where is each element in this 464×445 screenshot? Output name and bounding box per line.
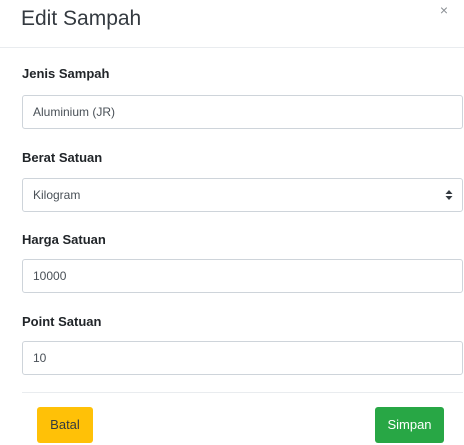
harga-satuan-value: 10000 [33, 269, 67, 283]
edit-sampah-modal: Edit Sampah × Jenis Sampah Aluminium (JR… [0, 0, 464, 445]
berat-satuan-select[interactable]: Kilogram [22, 178, 463, 212]
point-satuan-input[interactable]: 10 [22, 341, 463, 375]
modal-header: Edit Sampah × [0, 0, 464, 48]
footer-divider [22, 392, 463, 393]
cancel-button[interactable]: Batal [37, 407, 93, 443]
point-satuan-value: 10 [33, 351, 47, 365]
modal-title: Edit Sampah [21, 7, 142, 30]
berat-satuan-value: Kilogram [33, 188, 81, 202]
close-icon: × [439, 2, 448, 18]
save-button[interactable]: Simpan [375, 407, 444, 443]
harga-satuan-label: Harga Satuan [22, 232, 106, 247]
select-arrows-icon [445, 190, 453, 200]
jenis-sampah-input[interactable]: Aluminium (JR) [22, 95, 463, 129]
jenis-sampah-value: Aluminium (JR) [33, 105, 116, 119]
close-button[interactable]: × [440, 3, 448, 17]
harga-satuan-input[interactable]: 10000 [22, 259, 463, 293]
point-satuan-label: Point Satuan [22, 314, 102, 329]
berat-satuan-label: Berat Satuan [22, 150, 103, 165]
jenis-sampah-label: Jenis Sampah [22, 66, 110, 81]
